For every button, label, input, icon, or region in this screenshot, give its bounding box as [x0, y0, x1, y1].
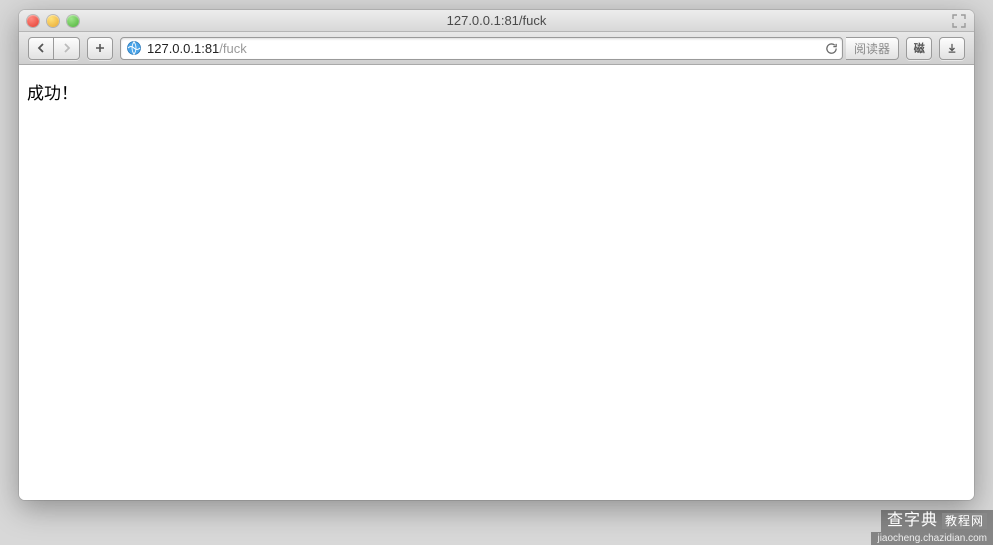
watermark-brand: 查字典: [887, 512, 938, 529]
address-path: /fuck: [219, 41, 246, 56]
downloads-button[interactable]: [939, 37, 965, 60]
address-bar[interactable]: 127.0.0.1:81/fuck: [120, 37, 843, 60]
browser-window: 127.0.0.1:81/fuck: [19, 10, 974, 500]
minimize-button[interactable]: [47, 15, 59, 27]
watermark-suffix: 教程网: [942, 513, 987, 529]
traffic-lights: [27, 15, 79, 27]
toolbar: 127.0.0.1:81/fuck 阅读器 磁: [19, 32, 974, 65]
nav-buttons: [28, 37, 80, 60]
reload-button[interactable]: [822, 37, 842, 59]
watermark-url: jiaocheng.chazidian.com: [871, 532, 993, 545]
zoom-button[interactable]: [67, 15, 79, 27]
fullscreen-button[interactable]: [952, 14, 966, 28]
address-text: 127.0.0.1:81/fuck: [147, 41, 822, 56]
reader-label: 阅读器: [854, 40, 890, 57]
add-bookmark-button[interactable]: [87, 37, 113, 60]
reader-button[interactable]: 阅读器: [846, 37, 899, 60]
titlebar: 127.0.0.1:81/fuck: [19, 10, 974, 32]
globe-icon: [126, 40, 142, 56]
magnet-button[interactable]: 磁: [906, 37, 932, 60]
address-host: 127.0.0.1:81: [147, 41, 219, 56]
page-body-text: 成功！: [27, 84, 78, 103]
window-title: 127.0.0.1:81/fuck: [19, 13, 974, 28]
back-button[interactable]: [28, 37, 54, 60]
page-content: 成功！: [19, 65, 974, 500]
watermark: 查字典教程网 jiaocheng.chazidian.com: [871, 510, 993, 545]
forward-button[interactable]: [54, 37, 80, 60]
magnet-label: 磁: [914, 40, 925, 56]
close-button[interactable]: [27, 15, 39, 27]
